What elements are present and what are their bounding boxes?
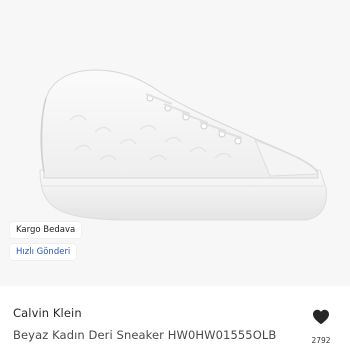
free-shipping-badge: Kargo Bedava: [10, 222, 82, 238]
fast-delivery-badge: Hızlı Gönderi: [10, 244, 77, 260]
favorite-button[interactable]: 2792: [305, 309, 337, 349]
favorite-count: 2792: [311, 336, 331, 345]
product-badges: Kargo Bedava Hızlı Gönderi: [10, 222, 82, 266]
product-brand[interactable]: Calvin Klein: [13, 306, 82, 320]
product-title[interactable]: Beyaz Kadın Deri Sneaker HW0HW01555OLB: [13, 328, 303, 342]
heart-icon: [313, 309, 329, 325]
